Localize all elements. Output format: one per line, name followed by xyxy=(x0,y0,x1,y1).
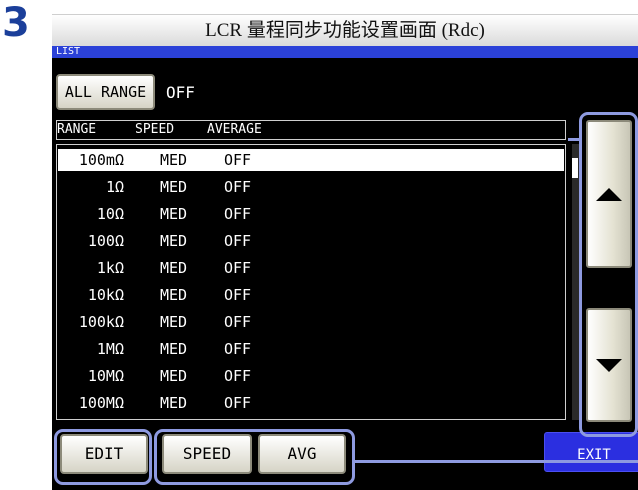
range-row[interactable]: 100MΩ MED OFF xyxy=(58,392,564,414)
column-header-average: AVERAGE xyxy=(207,122,262,137)
range-cell: 1Ω xyxy=(105,178,124,196)
speed-cell: MED xyxy=(160,286,188,304)
speed-cell: MED xyxy=(160,205,188,223)
arrow-buttons-highlight xyxy=(579,112,638,437)
speed-cell: MED xyxy=(160,259,188,277)
average-cell: OFF xyxy=(224,259,252,277)
speed-cell: MED xyxy=(160,232,188,250)
range-cell: 100Ω xyxy=(87,232,124,250)
highlight-connector-right xyxy=(568,138,582,141)
range-row[interactable]: 100mΩ MED OFF xyxy=(58,149,564,171)
speed-avg-highlight xyxy=(154,429,355,485)
column-header-range: RANGE xyxy=(57,122,97,137)
range-cell: 10kΩ xyxy=(87,286,124,304)
all-range-button[interactable]: ALL RANGE xyxy=(56,74,155,110)
range-cell: 10Ω xyxy=(96,205,124,223)
range-cell: 100kΩ xyxy=(78,313,124,331)
document-caption: LCR 量程同步功能设置画面 (Rdc) xyxy=(52,14,638,47)
average-cell: OFF xyxy=(224,205,252,223)
speed-cell: MED xyxy=(160,313,188,331)
range-cell: 1kΩ xyxy=(96,259,124,277)
range-row[interactable]: 100kΩ MED OFF xyxy=(58,311,564,333)
speed-cell: MED xyxy=(160,340,188,358)
average-cell: OFF xyxy=(224,232,252,250)
range-row[interactable]: 10MΩ MED OFF xyxy=(58,365,564,387)
average-cell: OFF xyxy=(224,151,252,169)
instrument-screen: LIST ALL RANGE OFF RANGE SPEED AVERAGE 1… xyxy=(52,46,638,490)
average-cell: OFF xyxy=(224,340,252,358)
speed-cell: MED xyxy=(160,178,188,196)
range-row[interactable]: 1Ω MED OFF xyxy=(58,176,564,198)
average-cell: OFF xyxy=(224,286,252,304)
range-row[interactable]: 10kΩ MED OFF xyxy=(58,284,564,306)
exit-button[interactable]: EXIT xyxy=(544,432,638,472)
range-row[interactable]: 100Ω MED OFF xyxy=(58,230,564,252)
step-number: 3 xyxy=(2,0,30,46)
speed-cell: MED xyxy=(160,367,188,385)
range-cell: 100MΩ xyxy=(78,394,124,412)
edit-button-highlight xyxy=(54,429,152,485)
column-header-speed: SPEED xyxy=(135,122,175,137)
range-cell: 10MΩ xyxy=(87,367,124,385)
range-list: 100mΩ MED OFF 1Ω MED OFF 10Ω MED OFF 100Ω MED OFF 1k… xyxy=(56,144,566,420)
highlight-connector-bottom xyxy=(355,460,638,463)
speed-cell: MED xyxy=(160,151,188,169)
average-cell: OFF xyxy=(224,367,252,385)
screen-title-bar: LIST xyxy=(52,46,638,58)
scrollbar-thumb[interactable] xyxy=(572,158,578,178)
list-header: RANGE SPEED AVERAGE xyxy=(56,120,566,140)
speed-cell: MED xyxy=(160,394,188,412)
average-cell: OFF xyxy=(224,178,252,196)
range-cell: 100mΩ xyxy=(78,151,124,169)
average-cell: OFF xyxy=(224,394,252,412)
range-row[interactable]: 10Ω MED OFF xyxy=(58,203,564,225)
range-cell: 1MΩ xyxy=(96,340,124,358)
all-range-value: OFF xyxy=(166,83,195,102)
range-row[interactable]: 1MΩ MED OFF xyxy=(58,338,564,360)
average-cell: OFF xyxy=(224,313,252,331)
range-row[interactable]: 1kΩ MED OFF xyxy=(58,257,564,279)
